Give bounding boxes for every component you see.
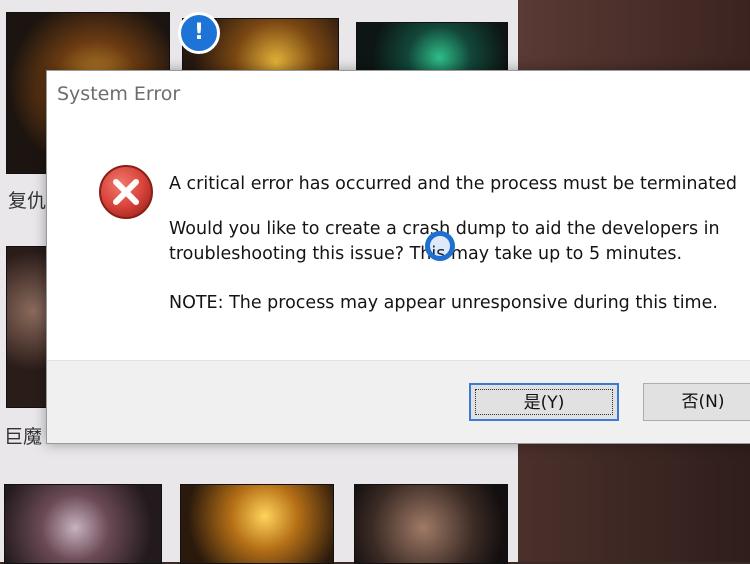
no-button[interactable]: 否(N) xyxy=(643,383,750,421)
system-error-dialog: System Error A critical error has occurr… xyxy=(46,70,750,444)
error-message-line: A critical error has occurred and the pr… xyxy=(169,174,737,194)
dialog-title: System Error xyxy=(57,83,181,105)
champion-tile[interactable] xyxy=(180,484,334,564)
background-panel xyxy=(518,440,750,562)
busy-cursor-icon xyxy=(425,231,455,261)
error-note-line: NOTE: The process may appear unresponsiv… xyxy=(169,293,718,313)
champion-name-label: 复仇 xyxy=(8,190,47,212)
champion-tile[interactable] xyxy=(354,484,508,564)
focus-rectangle xyxy=(475,389,613,415)
yes-button[interactable]: 是(Y) xyxy=(469,383,619,421)
champion-name-label: 巨魔 xyxy=(4,426,43,448)
alert-badge-icon: ! xyxy=(178,12,220,54)
no-button-label: 否(N) xyxy=(681,392,725,412)
dialog-button-bar: 是(Y) 否(N) xyxy=(47,360,750,443)
dialog-titlebar[interactable]: System Error xyxy=(47,71,750,117)
error-x-icon xyxy=(99,165,153,219)
champion-tile[interactable] xyxy=(4,484,162,564)
